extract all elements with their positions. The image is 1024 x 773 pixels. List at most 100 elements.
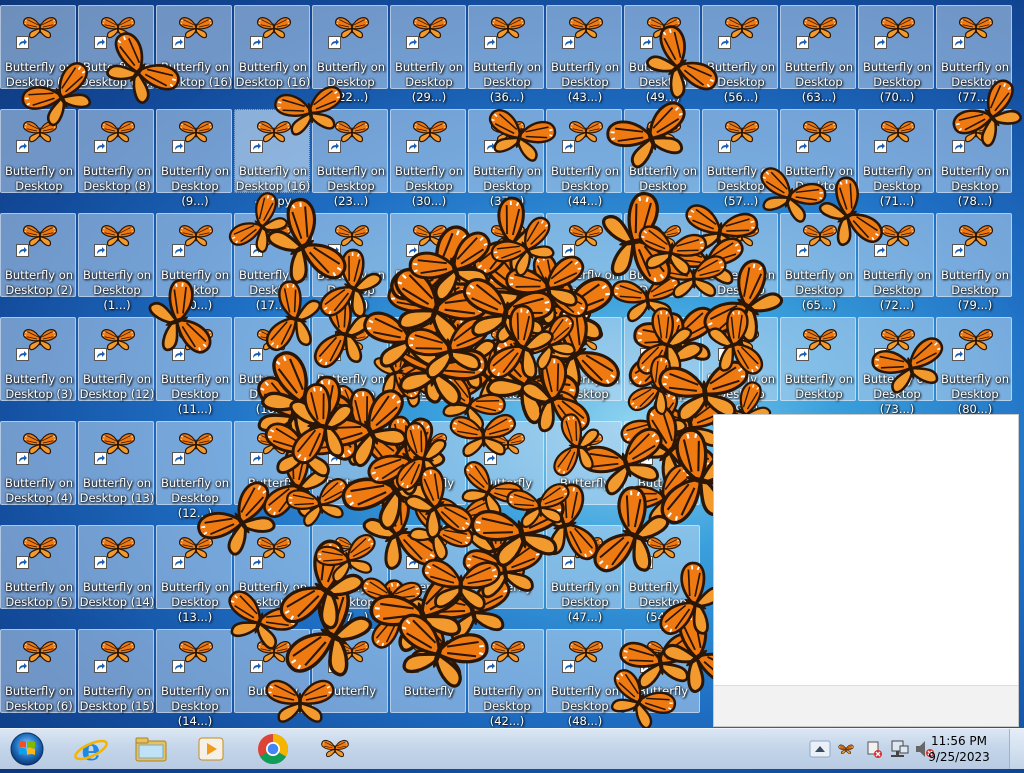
desktop-shortcut-icon[interactable]: Butterfly on Desktop (10...): [156, 213, 232, 312]
desktop-shortcut-icon[interactable]: Butterfly on Desktop (?): [0, 5, 76, 89]
desktop-shortcut-icon[interactable]: Butterfly on Desktop (79...): [936, 213, 1012, 312]
desktop-shortcut-icon[interactable]: Butterfly on Desktop (30...): [390, 109, 466, 208]
media-player-taskbar-button[interactable]: [184, 731, 238, 767]
desktop-shortcut-icon[interactable]: Butterfly on Desktop: [624, 109, 700, 193]
desktop-shortcut-icon[interactable]: Butterfly on Desktop (12): [78, 317, 154, 401]
desktop-shortcut-icon[interactable]: Butterfly on Desktop: [780, 109, 856, 193]
desktop-shortcut-icon[interactable]: Butterfly on Desktop (70...): [858, 5, 934, 104]
shortcut-arrow-icon: [172, 36, 185, 49]
desktop-shortcut-icon[interactable]: Butterfly on Desktop (37...): [468, 109, 544, 208]
desktop-shortcut-icon[interactable]: Butterfly on Desktop (?): [390, 525, 466, 609]
desktop-shortcut-icon[interactable]: Butterfly on Desktop: [468, 317, 544, 401]
desktop-shortcut-icon[interactable]: Butterfly on Desktop: [624, 213, 700, 297]
butterfly-app-taskbar-button[interactable]: [308, 731, 362, 767]
action-center-icon[interactable]: [867, 741, 882, 758]
desktop-shortcut-icon[interactable]: Butterfly on Desktop (57...): [702, 109, 778, 208]
desktop-shortcut-icon[interactable]: Butterfly on Desktop: [624, 317, 700, 401]
desktop-shortcut-icon[interactable]: Butterfly on Desktop (54...): [624, 525, 700, 624]
chrome-taskbar-button[interactable]: [246, 731, 300, 767]
desktop-shortcut-icon[interactable]: Butterfly on Desktop (8): [78, 109, 154, 193]
desktop-shortcut-icon[interactable]: Butterfly on Desktop: [468, 213, 544, 297]
desktop-shortcut-icon[interactable]: Butterfly on Desktop: [546, 317, 622, 401]
butterfly-tray-icon[interactable]: [838, 744, 854, 755]
desktop-shortcut-icon[interactable]: Butterfly on Desktop (47...): [546, 525, 622, 624]
desktop-shortcut-label: Butterfly on Desktop (14...): [160, 684, 230, 728]
desktop-shortcut-icon[interactable]: Butterfly: [390, 629, 466, 713]
desktop-shortcut-icon[interactable]: Butterfly on Desktop (2): [0, 213, 76, 297]
desktop-shortcut-icon[interactable]: Butterfly on Desktop (5): [0, 525, 76, 609]
blank-popup-window[interactable]: [713, 414, 1019, 727]
desktop-shortcut-icon[interactable]: Butterfly on Desktop (71...): [858, 109, 934, 208]
desktop-shortcut-icon[interactable]: Butterfly on Desktop: [0, 109, 76, 193]
network-icon[interactable]: [891, 740, 909, 757]
desktop-shortcut-icon[interactable]: Butterfly on Desktop (63...): [780, 5, 856, 104]
desktop-shortcut-icon[interactable]: Butterfly on Desktop (56...): [702, 5, 778, 104]
desktop-shortcut-icon[interactable]: Butterfly on Desktop (13): [78, 421, 154, 505]
desktop-shortcut-icon[interactable]: Butterfly on Desktop (3): [0, 317, 76, 401]
desktop-shortcut-icon[interactable]: Butterfly on Desktop (?): [234, 525, 310, 609]
desktop-shortcut-icon[interactable]: Butterfly on Desktop (43...): [546, 5, 622, 104]
desktop-shortcut-icon[interactable]: Butterfly on Desktop (1...): [78, 213, 154, 312]
desktop-shortcut-icon[interactable]: Butterfly on Desktop (42...): [468, 629, 544, 728]
desktop-shortcut-icon[interactable]: Butterfly: [312, 629, 388, 713]
desktop-shortcut-icon[interactable]: Butterfly on Desktop (25...): [312, 317, 388, 416]
file-explorer-taskbar-button[interactable]: [124, 731, 178, 767]
start-button[interactable]: [2, 731, 52, 767]
desktop-shortcut-label: Butterfly on Desktop (43...): [550, 60, 620, 104]
desktop-shortcut-icon[interactable]: Butterfly on Desktop (11...): [156, 317, 232, 416]
desktop-shortcut-icon[interactable]: Butterfly: [312, 421, 388, 505]
desktop-shortcut-icon[interactable]: Butterfly on Desktop (48...): [546, 629, 622, 728]
desktop-shortcut-icon[interactable]: Butterfly on Desktop (24...): [312, 213, 388, 312]
desktop-shortcut-label: Butterfly: [481, 580, 533, 594]
desktop-shortcut-icon[interactable]: Butterfly on Desktop (78...): [936, 109, 1012, 208]
show-desktop-button[interactable]: [1009, 729, 1024, 769]
desktop-shortcut-icon[interactable]: Butterfly on Desktop: [702, 213, 778, 297]
desktop-shortcut-icon[interactable]: Butterfly on Desktop (36...): [468, 5, 544, 104]
show-hidden-icons-chevron[interactable]: [809, 740, 831, 758]
desktop-shortcut-icon[interactable]: Butterfly on Desktop (16): [234, 5, 310, 89]
desktop-shortcut-label: Butterfly on Desktop (80...): [940, 372, 1010, 416]
desktop-shortcut-icon[interactable]: Butterfly on Desktop (22...): [312, 5, 388, 104]
desktop-shortcut-icon[interactable]: Butterfly on Desktop (14): [78, 525, 154, 609]
desktop-shortcut-icon[interactable]: Butterfly: [546, 421, 622, 505]
desktop-shortcut-icon[interactable]: Butterfly on Desktop (16): [156, 5, 232, 89]
desktop-shortcut-icon[interactable]: Butterfly on Desktop (65...): [780, 213, 856, 312]
taskbar-clock[interactable]: 11:56 PM 9/25/2023: [924, 733, 994, 765]
desktop-shortcut-icon[interactable]: Butterfly on Desktop (49...): [624, 5, 700, 104]
desktop-shortcut-icon[interactable]: Butterfly on Desktop: [390, 317, 466, 401]
desktop-shortcut-icon[interactable]: Butterfly on Desktop (77...): [936, 5, 1012, 104]
desktop-shortcut-icon[interactable]: Butterfly on Desktop: [546, 213, 622, 297]
desktop-shortcut-icon[interactable]: Butterfly on Desktop (4): [0, 421, 76, 505]
desktop-shortcut-icon[interactable]: Butterfly on Desktop (73...): [858, 317, 934, 416]
desktop-shortcut-icon[interactable]: Butterfly on Desktop (59...): [702, 317, 778, 416]
desktop-shortcut-icon[interactable]: Butterfly: [234, 421, 310, 505]
desktop-shortcut-icon[interactable]: Butterfly: [624, 629, 700, 713]
desktop-shortcut-icon[interactable]: Butterfly: [390, 421, 466, 505]
desktop-shortcut-icon[interactable]: Butterfly on Desktop (14...): [156, 629, 232, 728]
desktop-shortcut-icon[interactable]: Butterfly on Desktop (27...): [312, 525, 388, 624]
desktop-shortcut-label: Butterfly on Desktop: [4, 164, 74, 193]
desktop-shortcut-icon[interactable]: Butterfly on Desktop (23...): [312, 109, 388, 208]
desktop-shortcut-label: Butterfly on Desktop: [550, 372, 620, 401]
desktop-shortcut-icon[interactable]: Butterfly: [468, 525, 544, 609]
desktop-shortcut-label: Butterfly: [403, 684, 455, 698]
desktop-shortcut-icon[interactable]: Butterfly on Desktop (17...): [234, 213, 310, 312]
internet-explorer-taskbar-button[interactable]: e: [64, 731, 118, 768]
desktop-shortcut-icon[interactable]: Butterfly on Desktop (13...): [156, 525, 232, 624]
desktop-shortcut-icon[interactable]: Butterfly on Desktop (29...): [390, 5, 466, 104]
desktop-shortcut-icon[interactable]: Butterfly: [234, 629, 310, 713]
desktop-shortcut-icon[interactable]: Butterfly on Desktop (6): [0, 629, 76, 713]
desktop-shortcut-icon[interactable]: Butterfly: [468, 421, 544, 505]
desktop-shortcut-icon[interactable]: Butterfly on Desktop (9...): [156, 109, 232, 208]
desktop-shortcut-icon[interactable]: Butterfly on Desktop: [780, 317, 856, 401]
desktop-shortcut-icon[interactable]: Butterfly on Desktop: [390, 213, 466, 297]
desktop-shortcut-icon[interactable]: Butterfly on Desktop (18...): [234, 317, 310, 416]
desktop-shortcut-icon[interactable]: Butterfly on Desktop (12...): [156, 421, 232, 520]
desktop-shortcut-icon[interactable]: Butterfly on Desktop (16) - Copy: [234, 109, 310, 208]
desktop-shortcut-icon[interactable]: Butterfly on Desktop (15): [78, 629, 154, 713]
desktop-shortcut-icon[interactable]: Butterfly on Desktop (72...): [858, 213, 934, 312]
desktop-shortcut-icon[interactable]: Butterfly on Desktop (16): [78, 5, 154, 89]
desktop-shortcut-icon[interactable]: Butterfly: [624, 421, 700, 505]
desktop-shortcut-icon[interactable]: Butterfly on Desktop (80...): [936, 317, 1012, 416]
desktop-shortcut-icon[interactable]: Butterfly on Desktop (44...): [546, 109, 622, 208]
